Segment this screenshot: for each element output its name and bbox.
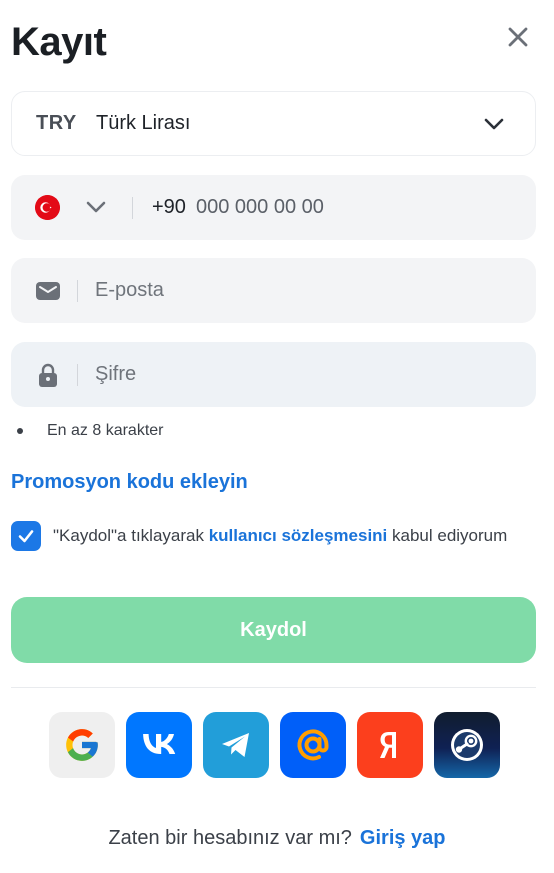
password-hint: En az 8 karakter [17, 422, 164, 440]
google-icon [66, 729, 98, 761]
email-input[interactable] [95, 274, 515, 306]
register-button[interactable]: Kaydol [11, 597, 536, 663]
telegram-icon [222, 733, 249, 757]
currency-code: TRY [36, 112, 77, 134]
page-title: Kayıt [11, 20, 107, 64]
agreement-checkbox[interactable] [11, 521, 41, 551]
vk-login-button[interactable] [126, 712, 192, 778]
login-link[interactable]: Giriş yap [360, 827, 446, 849]
vk-icon [143, 734, 176, 754]
google-login-button[interactable] [49, 712, 115, 778]
login-prompt: Zaten bir hesabınız var mı? Giriş yap [0, 827, 554, 850]
divider [77, 364, 78, 386]
divider [11, 687, 536, 688]
divider [132, 197, 133, 219]
agreement-row: "Kaydol"a tıklayarak kullanıcı sözleşmes… [11, 521, 536, 551]
lock-icon [39, 363, 57, 387]
phone-field: +90 [11, 175, 536, 240]
at-icon [297, 729, 329, 761]
chevron-down-icon [484, 118, 504, 130]
phone-prefix: +90 [152, 196, 186, 218]
yandex-icon [380, 732, 396, 758]
close-icon[interactable] [503, 22, 533, 52]
login-question: Zaten bir hesabınız var mı? [108, 827, 352, 849]
social-login-row [49, 712, 500, 778]
envelope-icon [36, 282, 60, 300]
password-hint-text: En az 8 karakter [47, 422, 164, 439]
user-agreement-link[interactable]: kullanıcı sözleşmesini [209, 526, 388, 545]
steam-login-button[interactable] [434, 712, 500, 778]
currency-name: Türk Lirası [96, 112, 191, 134]
promo-code-link[interactable]: Promosyon kodu ekleyin [11, 471, 248, 494]
mail-login-button[interactable] [280, 712, 346, 778]
chevron-down-icon[interactable] [84, 195, 108, 219]
divider [77, 280, 78, 302]
checkmark-icon [18, 530, 34, 543]
agreement-text-before: "Kaydol"a tıklayarak [53, 526, 209, 545]
password-field [11, 342, 536, 407]
password-input[interactable] [95, 358, 515, 390]
telegram-login-button[interactable] [203, 712, 269, 778]
email-field [11, 258, 536, 323]
currency-select[interactable]: TRY Türk Lirası [11, 91, 536, 156]
steam-icon [451, 729, 483, 761]
bullet-icon [17, 428, 23, 434]
phone-input[interactable] [196, 191, 516, 223]
agreement-text: "Kaydol"a tıklayarak kullanıcı sözleşmes… [53, 524, 507, 551]
yandex-login-button[interactable] [357, 712, 423, 778]
agreement-text-after: kabul ediyorum [387, 526, 508, 545]
turkey-flag-icon[interactable] [35, 195, 60, 220]
